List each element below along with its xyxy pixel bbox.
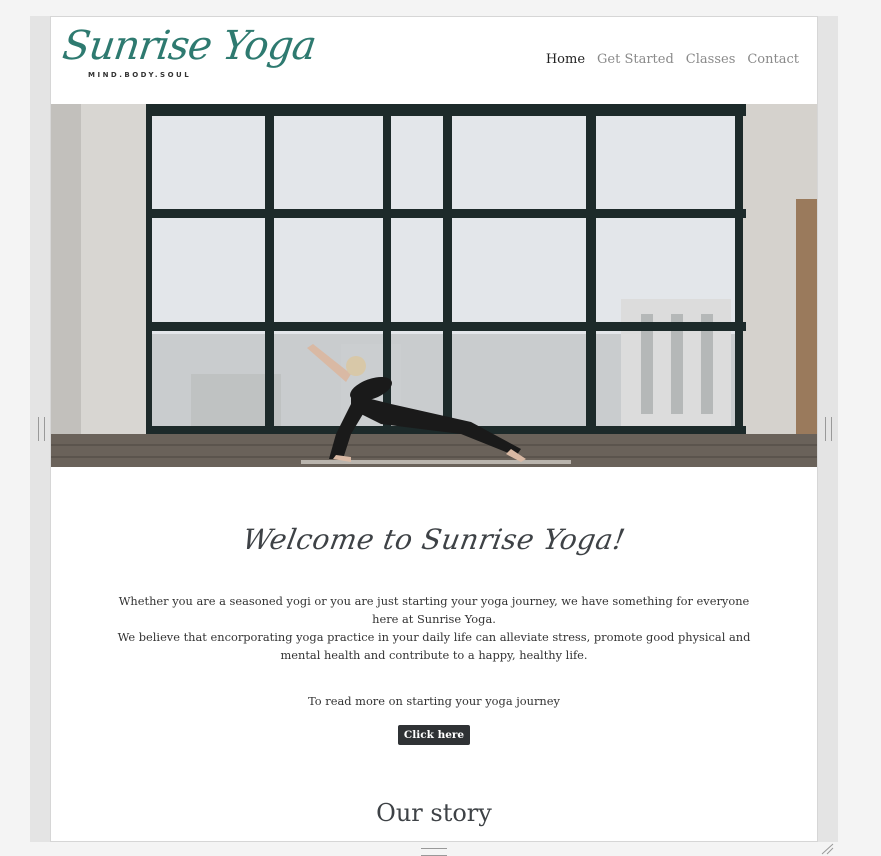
resize-corner-icon[interactable]	[820, 843, 834, 855]
hero-image	[51, 104, 817, 467]
intro-line-2: We believe that encorporating yoga pract…	[117, 630, 751, 662]
yoga-studio-photo	[51, 104, 817, 467]
read-more-text: To read more on starting your yoga journ…	[308, 694, 560, 708]
nav-contact[interactable]: Contact	[747, 52, 799, 67]
left-resize-handle[interactable]	[38, 417, 45, 441]
click-here-button[interactable]: Click here	[397, 725, 471, 745]
intro-line-1: Whether you are a seasoned yogi or you a…	[118, 594, 750, 626]
right-resize-handle[interactable]	[825, 417, 832, 441]
intro-paragraph: Whether you are a seasoned yogi or you a…	[106, 592, 762, 664]
page: Sunrise Yoga MIND.BODY.SOUL Home Get Sta…	[50, 16, 818, 842]
logo-title[interactable]: Sunrise Yoga	[60, 23, 319, 69]
nav-get-started[interactable]: Get Started	[597, 52, 674, 67]
nav-home[interactable]: Home	[546, 52, 585, 67]
our-story-heading: Our story	[376, 799, 492, 827]
main-nav: Home Get Started Classes Contact	[546, 52, 799, 67]
nav-classes[interactable]: Classes	[686, 52, 736, 67]
logo-tagline: MIND.BODY.SOUL	[88, 71, 192, 79]
welcome-heading: Welcome to Sunrise Yoga!	[240, 523, 628, 556]
site-header: Sunrise Yoga MIND.BODY.SOUL Home Get Sta…	[51, 17, 817, 104]
welcome-section: Welcome to Sunrise Yoga! Whether you are…	[51, 523, 817, 827]
